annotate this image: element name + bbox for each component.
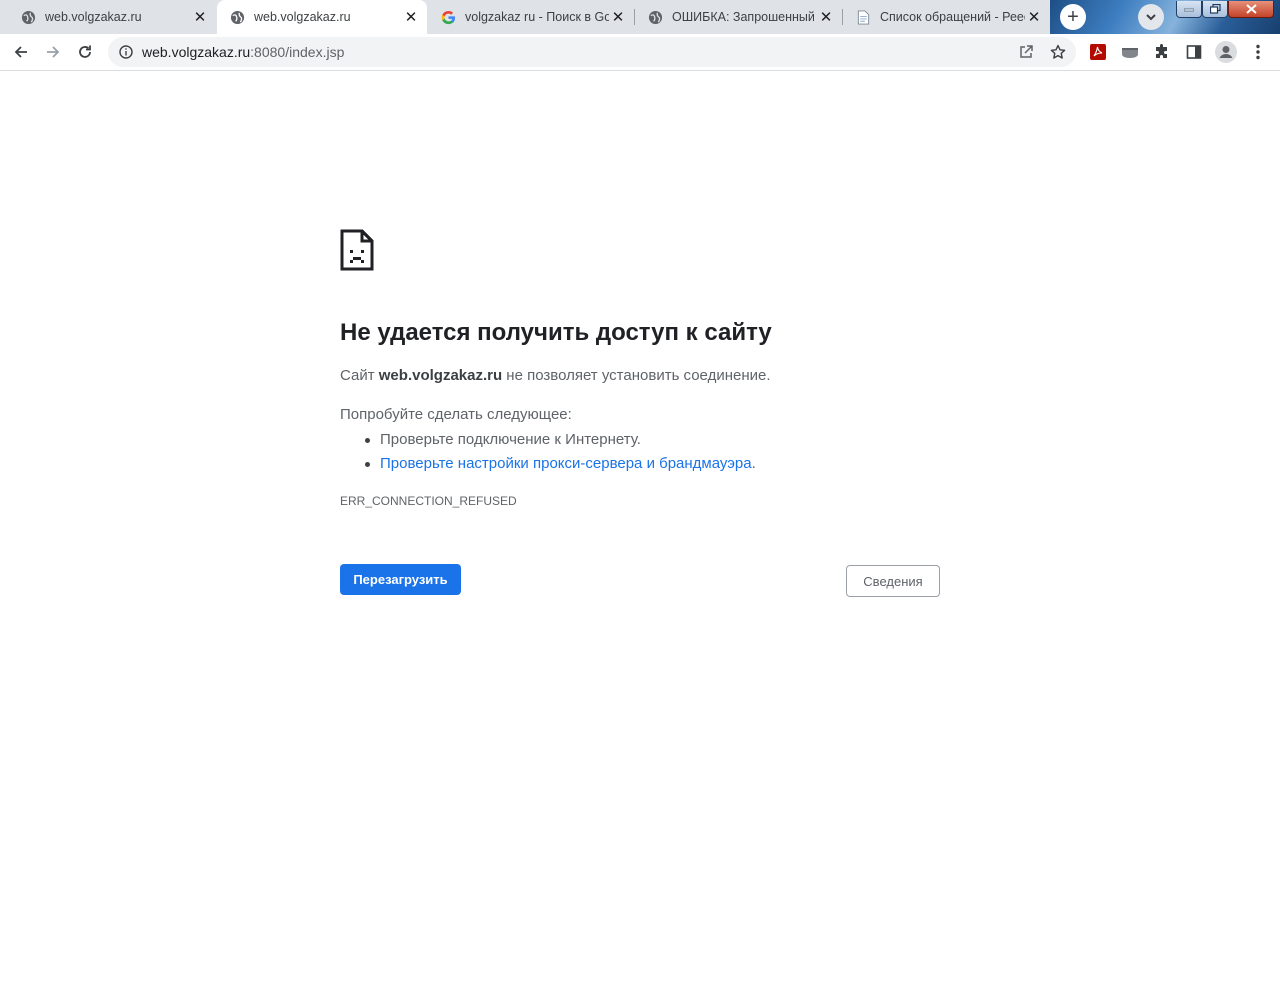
arrow-left-icon <box>14 46 27 58</box>
arrow-right-icon <box>47 46 60 58</box>
error-prefix: Сайт <box>340 367 379 384</box>
reload-icon <box>79 45 91 58</box>
star-icon[interactable] <box>1048 42 1068 62</box>
close-icon[interactable]: ✕ <box>1025 8 1043 26</box>
error-code: ERR_CONNECTION_REFUSED <box>340 494 517 508</box>
tab-title: Список обращений - Реес <box>880 10 1025 24</box>
error-title: Не удается получить доступ к сайту <box>340 319 772 346</box>
sad-document-icon <box>340 229 374 271</box>
close-window-button[interactable] <box>1228 0 1274 18</box>
close-icon[interactable]: ✕ <box>191 8 209 26</box>
close-icon[interactable]: ✕ <box>817 8 835 26</box>
menu-button[interactable] <box>1244 38 1272 66</box>
close-icon[interactable]: ✕ <box>402 8 420 26</box>
puzzle-icon <box>1156 44 1167 58</box>
suggestions-list: Проверьте подключение к Интернету. Прове… <box>362 428 756 476</box>
tab-search-button[interactable] <box>1138 4 1164 30</box>
tab-title: web.volgzakaz.ru <box>45 10 142 24</box>
tab-strip: web.volgzakaz.ru ✕ web.volgzakaz.ru ✕ vo… <box>0 0 1280 34</box>
side-panel-icon <box>1186 45 1202 59</box>
maximize-button[interactable] <box>1202 0 1228 18</box>
suggestion-trailing: . <box>751 455 756 472</box>
tab-title: volgzakaz ru - Поиск в Goo <box>465 10 609 24</box>
share-icon[interactable] <box>1016 42 1036 62</box>
globe-icon <box>230 10 245 25</box>
close-icon[interactable]: ✕ <box>609 8 627 26</box>
back-button[interactable] <box>7 38 35 66</box>
extensions-menu-button[interactable] <box>1148 38 1176 66</box>
pdf-extension-button[interactable] <box>1084 38 1112 66</box>
url-path: :8080/index.jsp <box>250 44 345 60</box>
list-item: Проверьте подключение к Интернету. <box>362 428 756 452</box>
browser-tab[interactable]: volgzakaz ru - Поиск в Goo ✕ <box>428 0 635 34</box>
minimize-icon <box>1184 8 1194 11</box>
error-page: Не удается получить доступ к сайту Сайт … <box>0 71 1280 984</box>
url-host: web.volgzakaz.ru <box>142 44 251 60</box>
more-vert-icon <box>1256 44 1260 60</box>
globe-icon <box>21 10 36 25</box>
tab-title: web.volgzakaz.ru <box>254 10 351 24</box>
browser-tab[interactable]: Список обращений - Реес ✕ <box>843 0 1050 34</box>
browser-toolbar: web.volgzakaz.ru:8080/index.jsp <box>0 34 1280 71</box>
profile-button[interactable] <box>1212 38 1240 66</box>
reload-button[interactable]: Перезагрузить <box>340 564 461 595</box>
info-icon[interactable] <box>118 44 134 60</box>
avatar-icon <box>1215 41 1237 63</box>
details-button[interactable]: Сведения <box>846 565 940 597</box>
extension-button[interactable] <box>1116 38 1144 66</box>
browser-tab-active[interactable]: web.volgzakaz.ru ✕ <box>217 0 427 34</box>
extension-icon <box>1122 48 1138 58</box>
globe-icon <box>648 10 663 25</box>
reload-button[interactable] <box>71 38 99 66</box>
suggestions-heading: Попробуйте сделать следующее: <box>340 406 572 423</box>
browser-tab[interactable]: web.volgzakaz.ru ✕ <box>8 0 216 34</box>
plus-icon: + <box>1067 5 1079 28</box>
close-icon <box>1245 3 1257 14</box>
google-icon <box>441 10 456 25</box>
browser-tab[interactable]: ОШИБКА: Запрошенный U ✕ <box>635 0 843 34</box>
url-text[interactable]: web.volgzakaz.ru:8080/index.jsp <box>142 44 344 60</box>
chevron-down-icon <box>1146 14 1156 21</box>
restore-icon <box>1209 3 1221 14</box>
suggestion-text: Проверьте подключение к Интернету. <box>380 431 641 448</box>
minimize-button[interactable] <box>1176 0 1202 18</box>
side-panel-button[interactable] <box>1180 38 1208 66</box>
site-name: web.volgzakaz.ru <box>378 367 503 384</box>
list-item: Проверьте настройки прокси-сервера и бра… <box>362 452 756 476</box>
pdf-icon <box>1090 44 1106 60</box>
window-controls <box>1176 0 1274 18</box>
new-tab-button[interactable]: + <box>1060 4 1086 30</box>
address-bar[interactable]: web.volgzakaz.ru:8080/index.jsp <box>108 37 1076 67</box>
proxy-settings-link[interactable]: Проверьте настройки прокси-сервера и бра… <box>380 455 752 472</box>
error-description: Сайт web.volgzakaz.ru не позволяет устан… <box>340 367 771 384</box>
tab-title: ОШИБКА: Запрошенный U <box>672 10 817 24</box>
document-icon <box>856 9 871 25</box>
error-suffix: не позволяет установить соединение. <box>502 367 771 384</box>
forward-button[interactable] <box>39 38 67 66</box>
